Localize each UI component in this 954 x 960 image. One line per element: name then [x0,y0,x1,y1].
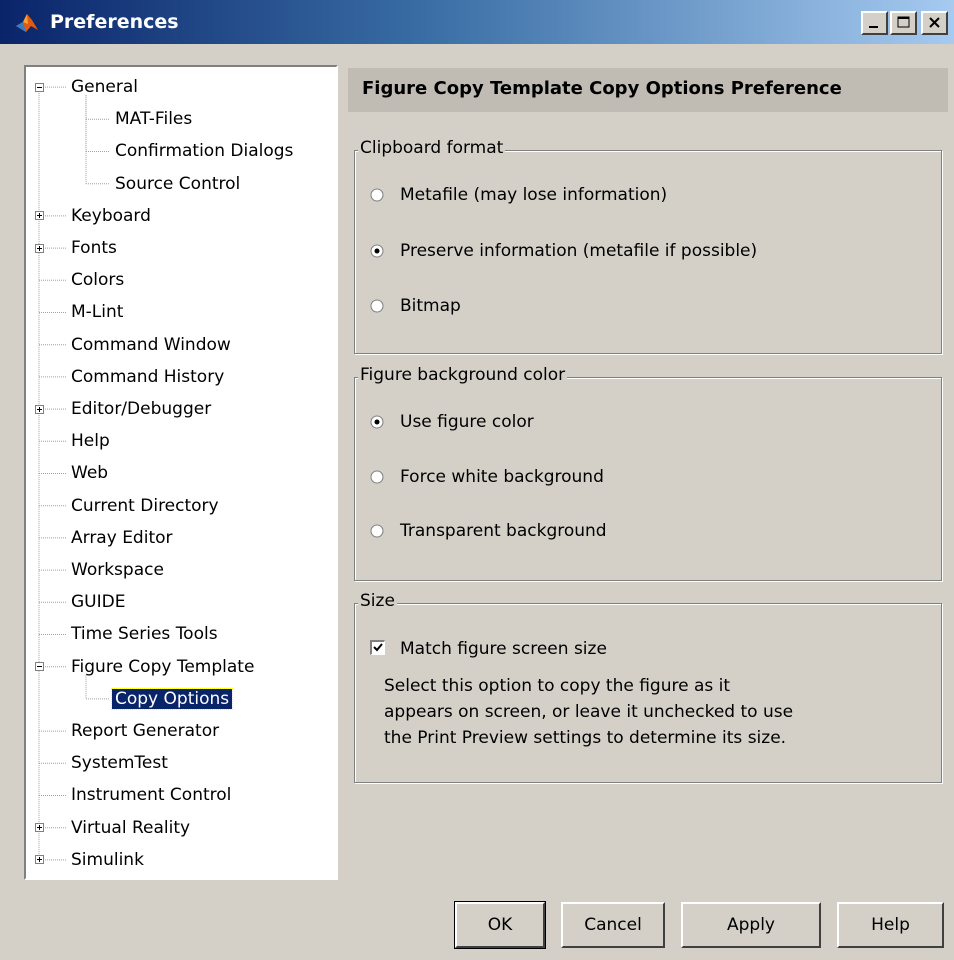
matlab-logo-icon [16,14,38,32]
minimize-icon [869,26,878,28]
ok-button[interactable]: OK [454,901,546,949]
tree-item[interactable]: Confirmation Dialogs [112,135,296,167]
tree-item-label: General [71,77,138,97]
close-button[interactable] [921,11,948,35]
size-description: Select this option to copy the figure as… [384,673,793,751]
tree-item[interactable]: Copy Options [110,683,234,715]
preferences-tree[interactable]: General MAT-Files Confirmation Dialogs Sour… [24,65,338,880]
apply-button[interactable]: Apply [681,902,821,948]
tree-item-label: Array Editor [71,527,173,548]
collapse-icon[interactable] [35,82,44,92]
tree-item-label: Fonts [71,238,117,258]
collapse-icon[interactable] [35,662,44,672]
close-icon [929,17,940,28]
expand-icon[interactable] [35,404,44,414]
radio-label: Preserve information (metafile if possib… [400,241,758,261]
tree-item-label: M-Lint [71,302,124,323]
radio-button-icon [370,524,384,538]
maximize-icon [897,16,910,28]
tree-item[interactable]: Command Window [68,329,234,361]
tree-item-label: Source Control [115,173,241,194]
tree-item[interactable]: Help [68,425,113,457]
radio-button-icon [370,188,384,202]
tree-item-label: Command History [71,366,225,387]
tree-item-label: Colors [71,270,125,291]
tree-item[interactable]: Instrument Control [68,779,234,811]
maximize-button[interactable] [890,11,917,35]
title-bar[interactable]: Preferences [0,0,954,46]
panel-title: Figure Copy Template Copy Options Prefer… [362,78,842,99]
tree-item-label: SystemTest [71,753,168,774]
tree-item-label: Report Generator [71,721,220,741]
size-legend: Size [358,591,397,611]
panel-heading: Figure Copy Template Copy Options Prefer… [348,68,948,112]
tree-item[interactable]: Array Editor [68,522,176,554]
tree-item[interactable]: Report Generator [68,715,222,747]
tree-item-label: Figure Copy Template [71,656,255,677]
tree-item[interactable]: Command History [68,361,227,393]
tree-item-label: Virtual Reality [71,817,191,838]
radio-label: Bitmap [400,296,461,316]
tree-item-label: Confirmation Dialogs [115,141,294,162]
clipboard-format-group: Clipboard format Metafile (may lose info… [354,138,942,354]
tree-item-label: MAT-Files [115,109,193,130]
radio-button-icon [370,415,384,429]
tree-item-label: Copy Options [110,687,234,710]
tree-item[interactable]: General [68,71,141,103]
tree-item[interactable]: Source Control [112,168,243,200]
tree-item[interactable]: Current Directory [68,490,222,522]
tree-item[interactable]: SystemTest [68,747,171,779]
figure-background-legend: Figure background color [358,365,568,385]
figure-background-group: Figure background color Use figure color… [354,365,942,581]
tree-item[interactable]: Web [68,457,111,489]
checkbox-label: Match figure screen size [400,639,607,659]
tree-item[interactable]: Keyboard [68,200,154,232]
tree-item[interactable]: Virtual Reality [68,812,193,844]
description-line: appears on screen, or leave it unchecked… [384,702,794,722]
tree-item-label: Workspace [71,560,164,580]
tree-item[interactable]: GUIDE [68,586,128,618]
help-button[interactable]: Help [837,902,944,948]
tree-item[interactable]: Workspace [68,554,167,586]
tree-item-label: Simulink [71,849,144,870]
radio-button-icon [370,244,384,258]
checkbox-box [370,640,385,655]
tree-item[interactable]: Colors [68,264,127,296]
tree-item[interactable]: Editor/Debugger [68,393,214,425]
expand-icon[interactable] [35,823,44,833]
tree-item[interactable]: MAT-Files [112,103,195,135]
tree-item[interactable]: M-Lint [68,296,126,328]
expand-icon[interactable] [35,211,44,221]
tree-item-label: GUIDE [71,592,126,613]
radio-label: Transparent background [400,521,607,541]
tree-item-label: Command Window [71,334,231,355]
radio-label: Force white background [400,467,604,487]
tree-item-label: Time Series Tools [71,624,218,645]
expand-icon[interactable] [35,243,44,253]
checkmark-icon [373,643,383,652]
tree-item[interactable]: Time Series Tools [68,618,221,650]
tree-item-label: Current Directory [71,495,219,516]
tree-item[interactable]: Figure Copy Template [68,651,257,683]
radio-button-icon [370,299,384,313]
tree-item[interactable]: Simulink [68,844,147,876]
tree-item-label: Web [71,463,109,484]
clipboard-format-legend: Clipboard format [358,138,506,158]
tree-item[interactable]: Fonts [68,232,120,264]
radio-button-icon [370,470,384,484]
minimize-button[interactable] [861,11,888,35]
description-line: the Print Preview settings to determine … [384,728,787,748]
tree-item-label: Keyboard [71,205,151,226]
tree-item-label: Instrument Control [71,785,232,806]
window-title: Preferences [50,11,179,33]
tree-item-label: Help [71,431,110,452]
expand-icon[interactable] [35,855,44,865]
cancel-button[interactable]: Cancel [561,902,665,948]
description-line: Select this option to copy the figure as… [384,676,731,696]
size-group: Size Match figure screen size Select thi… [354,591,942,783]
radio-label: Metafile (may lose information) [400,185,668,205]
radio-label: Use figure color [400,412,534,432]
tree-item-label: Editor/Debugger [71,399,212,419]
